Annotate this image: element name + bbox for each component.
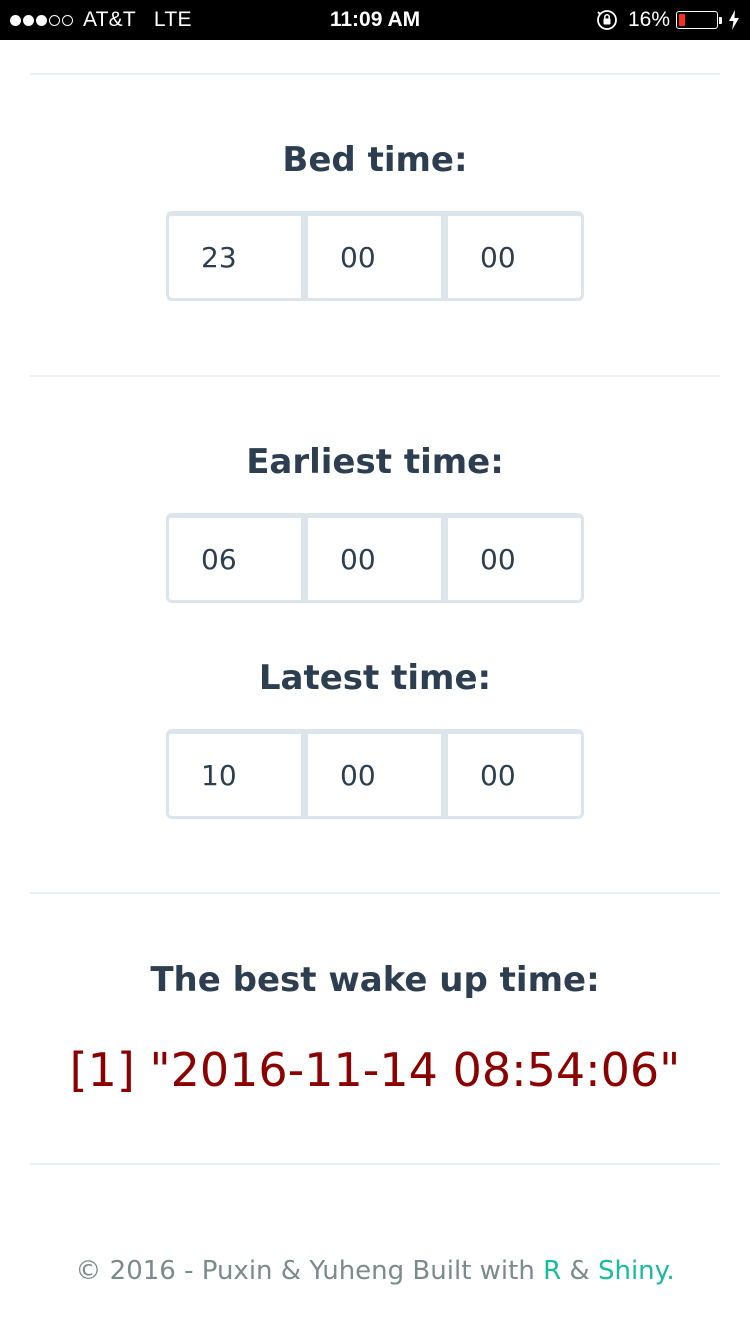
bed-time-minute-input[interactable]: 00 (304, 211, 444, 301)
footer-copyright: © 2016 - Puxin & Yuheng Built with (75, 1256, 544, 1286)
earliest-time-input-group: 06 00 00 (166, 513, 584, 603)
latest-time-second-input[interactable]: 00 (444, 729, 584, 819)
bed-time-second-input[interactable]: 00 (444, 211, 584, 301)
bed-time-label: Bed time: (282, 140, 468, 180)
best-wake-time-label: The best wake up time: (150, 960, 600, 1000)
latest-time-hour-input[interactable]: 10 (166, 729, 304, 819)
battery-level-fill (679, 14, 685, 26)
latest-time-minute-input[interactable]: 00 (304, 729, 444, 819)
latest-time-label: Latest time: (258, 658, 492, 698)
bed-time-hour-input[interactable]: 23 (166, 211, 304, 301)
status-bar-right: 16% (596, 0, 740, 40)
charging-bolt-icon (728, 10, 740, 30)
orientation-lock-icon (596, 9, 618, 31)
divider-bed-time (30, 375, 720, 377)
battery-percent: 16% (627, 8, 670, 31)
status-bar: AT&T LTE 11:09 AM 16% (0, 0, 750, 40)
latest-time-input-group: 10 00 00 (166, 729, 584, 819)
best-wake-time-output: [1] "2016-11-14 08:54:06" (69, 1043, 681, 1097)
footer-link-shiny[interactable]: Shiny. (598, 1256, 675, 1286)
earliest-time-label: Earliest time: (246, 442, 504, 482)
bed-time-input-group: 23 00 00 (166, 211, 584, 301)
footer: © 2016 - Puxin & Yuheng Built with R & S… (0, 1254, 750, 1288)
divider-top (30, 73, 720, 75)
earliest-time-second-input[interactable]: 00 (444, 513, 584, 603)
earliest-time-hour-input[interactable]: 06 (166, 513, 304, 603)
footer-link-r[interactable]: R (543, 1256, 561, 1286)
divider-inputs (30, 892, 720, 894)
earliest-time-minute-input[interactable]: 00 (304, 513, 444, 603)
divider-result (30, 1163, 720, 1165)
footer-ampersand: & (561, 1256, 598, 1286)
battery-icon (676, 11, 722, 29)
